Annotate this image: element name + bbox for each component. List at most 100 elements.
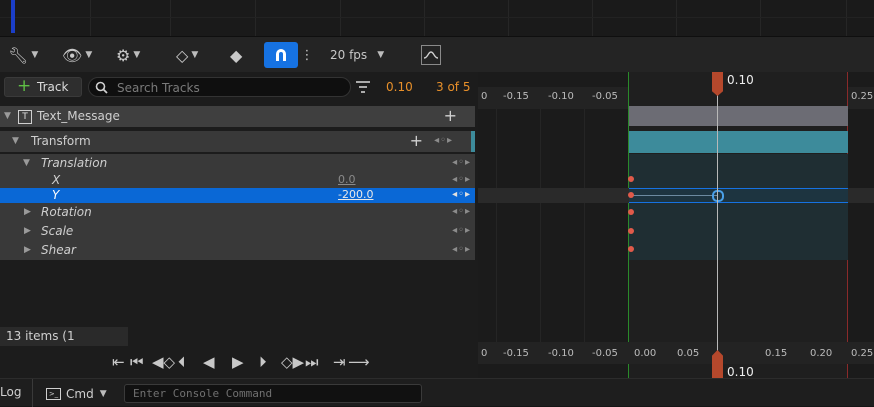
search-input[interactable] (115, 79, 349, 97)
view-options-button[interactable]: 👁︎ ▼ (62, 42, 92, 68)
bottom-status-bar: Log >_ Cmd ▼ (0, 378, 874, 407)
items-status: 13 items (1 selected) (0, 327, 128, 362)
search-icon (95, 81, 108, 94)
magnet-icon (276, 49, 286, 61)
expand-triangle-icon[interactable]: ▶ (24, 245, 31, 255)
sequencer-toolbar: 🔧︎ ▼ 👁︎ ▼ ⚙ ▼ ◇ ▼ ◆ ⋮ 20 fps ▼ (0, 36, 874, 72)
previous-frame-icon[interactable]: ⏮ (130, 353, 144, 371)
more-vertical-icon: ⋮ (300, 47, 314, 63)
playhead-time-label-top: 0.10 (727, 73, 754, 87)
search-tracks-box[interactable] (88, 77, 351, 97)
time-ruler-bottom[interactable]: 0 -0.15 -0.10 -0.05 0.00 0.05 0.15 0.20 … (478, 342, 874, 364)
loop-icon[interactable]: ⟶ (348, 353, 370, 371)
track-row-rotation[interactable]: ▶ Rotation ◂◦▸ (0, 203, 475, 222)
tick-label: -0.15 (503, 348, 529, 359)
track-row-shear[interactable]: ▶ Shear ◂◦▸ (0, 241, 475, 260)
track-label: Rotation (41, 205, 92, 219)
play-icon[interactable]: ▶ (232, 353, 244, 371)
keyframe-rotation[interactable] (628, 209, 634, 215)
cmd-dropdown[interactable]: >_ Cmd ▼ (46, 384, 107, 403)
tick-label: -0.10 (548, 348, 574, 359)
keyframe-x-start[interactable] (628, 176, 634, 182)
keyframe-y-start[interactable] (628, 192, 634, 198)
track-row-transform[interactable]: ▼ Transform + ◂◦▸ (0, 131, 475, 152)
chevron-down-icon: ▼ (85, 50, 93, 60)
terminal-icon: >_ (46, 387, 61, 400)
step-back-icon[interactable]: ⏴ (178, 353, 186, 371)
collapse-triangle-icon[interactable]: ▼ (12, 136, 19, 146)
track-row-translation[interactable]: ▼ Translation ◂◦▸ (0, 154, 475, 172)
keyframe-scale[interactable] (628, 228, 634, 234)
expand-triangle-icon[interactable]: ▶ (24, 207, 31, 217)
tick-label: 0.25 (851, 348, 874, 359)
fps-label: 20 fps (330, 48, 368, 62)
curve-icon (423, 51, 439, 59)
key-navigation-icons[interactable]: ◂◦▸ (452, 225, 471, 236)
track-row-text-message[interactable]: ▼ T Text_Message + (0, 106, 475, 127)
jump-to-end-icon[interactable]: ⇥ (333, 353, 346, 371)
play-reverse-icon[interactable]: ◀ (203, 353, 215, 371)
text-message-section[interactable] (629, 106, 848, 126)
playhead-handle-top[interactable] (712, 72, 723, 96)
fps-dropdown[interactable]: 20 fps ▼ (330, 42, 384, 68)
collapse-triangle-icon[interactable]: ▼ (4, 111, 11, 121)
next-frame-icon[interactable]: ⏭ (305, 353, 319, 371)
chevron-down-icon: ▼ (377, 50, 385, 60)
chevron-down-icon: ▼ (99, 388, 107, 399)
key-count-label: 3 of 5 (436, 80, 471, 94)
x-value-field[interactable]: 0.0 (338, 173, 356, 186)
current-time-field[interactable]: 0.10 (386, 80, 413, 94)
add-icon[interactable]: + (444, 106, 457, 125)
add-track-button[interactable]: + Track (4, 76, 82, 97)
jump-to-start-icon[interactable]: ⇤ (112, 353, 125, 371)
expand-triangle-icon[interactable]: ▶ (24, 226, 31, 236)
transform-section[interactable] (629, 131, 848, 153)
plus-icon: + (17, 76, 32, 96)
filter-icon[interactable] (356, 81, 370, 93)
key-icon: ◆ (230, 45, 243, 65)
key-interpolation-button[interactable]: ◇ ▼ (176, 42, 198, 68)
key-navigation-icons[interactable]: ◂◦▸ (452, 157, 471, 168)
tick-label: 0.15 (765, 348, 788, 359)
snap-options-button[interactable]: ⋮ (300, 42, 314, 68)
collapse-triangle-icon[interactable]: ▼ (23, 158, 30, 168)
chevron-down-icon: ▼ (191, 50, 199, 60)
snap-toggle-button[interactable] (264, 42, 298, 68)
keyframe-y-selected[interactable] (712, 190, 724, 202)
track-color-bar (471, 131, 475, 152)
tools-button[interactable]: 🔧︎ ▼ (8, 42, 38, 68)
viewport-strip (0, 0, 874, 36)
track-row-x[interactable]: X 0.0 ◂◦▸ (0, 172, 475, 188)
tick-label: 0 (481, 348, 488, 359)
console-command-input[interactable] (124, 384, 422, 403)
track-row-scale[interactable]: ▶ Scale ◂◦▸ (0, 222, 475, 241)
playback-options-button[interactable]: ⚙ ▼ (116, 42, 140, 68)
step-forward-icon[interactable]: ⏵ (259, 353, 267, 371)
divider (32, 379, 33, 407)
track-label: Text_Message (37, 109, 120, 123)
playhead-handle-bottom[interactable] (712, 350, 723, 378)
key-navigation-icons[interactable]: ◂◦▸ (434, 135, 453, 146)
key-navigation-icons[interactable]: ◂◦▸ (452, 206, 471, 217)
auto-key-button[interactable]: ◆ (230, 42, 242, 68)
add-icon[interactable]: + (410, 131, 423, 150)
tick-label: 0.05 (677, 348, 700, 359)
next-key-icon[interactable]: ◇▶ (281, 353, 304, 371)
key-navigation-icons[interactable]: ◂◦▸ (452, 174, 471, 185)
y-value-field[interactable]: -200.0 (338, 188, 373, 201)
track-label: Scale (41, 224, 74, 238)
curve-editor-button[interactable] (421, 45, 441, 65)
timeline-panel[interactable]: 0 -0.15 -0.10 -0.05 0.00 0.05 0.15 0.20 … (478, 72, 874, 379)
track-label: Transform (31, 134, 91, 148)
key-navigation-icons[interactable]: ◂◦▸ (452, 244, 471, 255)
key-navigation-icons[interactable]: ◂◦▸ (452, 189, 471, 200)
output-log-tab[interactable]: Log (0, 385, 21, 399)
tick-label: 0.20 (810, 348, 833, 359)
track-row-y[interactable]: Y -200.0 ◂◦▸ (0, 188, 475, 203)
wrench-icon: 🔧︎ (8, 45, 29, 65)
keyframe-shear[interactable] (628, 246, 634, 252)
previous-key-icon[interactable]: ◀◇ (152, 353, 175, 371)
transform-subtrack-area (629, 154, 848, 260)
track-label: Translation (41, 156, 108, 170)
playhead-time-label-bottom: 0.10 (727, 365, 754, 379)
